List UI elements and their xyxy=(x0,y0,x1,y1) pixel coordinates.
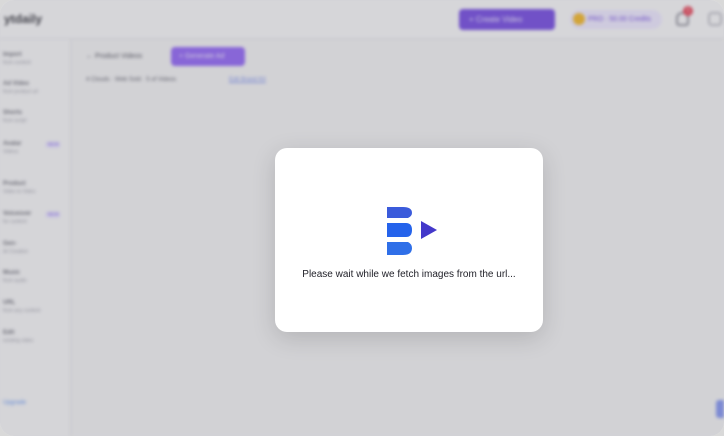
app-window: ytdaily + Create Video PRO · 50.00 Credi… xyxy=(0,0,724,436)
loading-modal: Please wait while we fetch images from t… xyxy=(275,148,543,332)
brand-logo-icon xyxy=(387,207,437,255)
loading-message: Please wait while we fetch images from t… xyxy=(302,269,516,280)
